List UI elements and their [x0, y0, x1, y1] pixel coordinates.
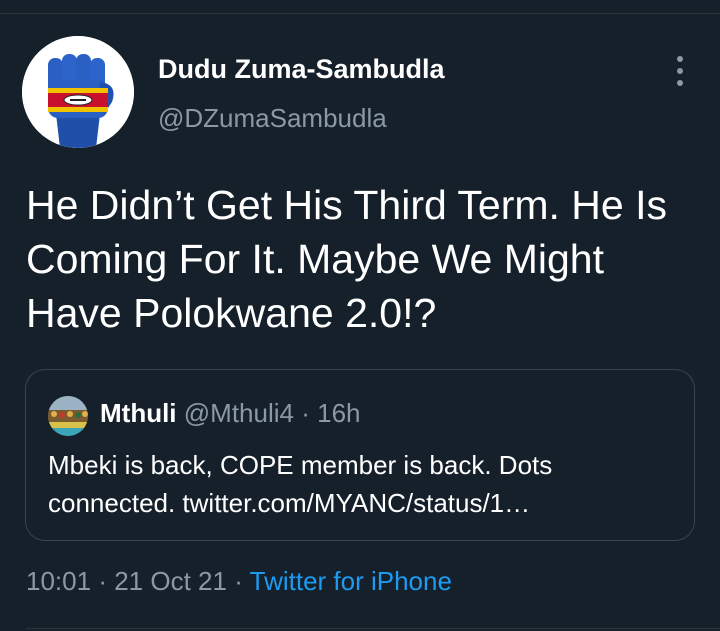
tweet-footer: 10:01 · 21 Oct 21 · Twitter for iPhone	[26, 566, 452, 597]
tweet-date[interactable]: 21 Oct 21	[114, 566, 227, 596]
tweet-text: He Didn’t Get His Third Term. He Is Comi…	[26, 182, 668, 336]
footer-separator: ·	[234, 566, 243, 596]
quoted-author-handle[interactable]: @Mthuli4	[184, 398, 294, 428]
tweet-source-link[interactable]: Twitter for iPhone	[250, 566, 452, 596]
author-display-name[interactable]: Dudu Zuma-Sambudla	[158, 54, 445, 85]
dot	[677, 68, 683, 74]
quoted-tweet-card[interactable]: Mthuli @Mthuli4 · 16h Mbeki is back, COP…	[25, 369, 695, 541]
dot	[677, 80, 683, 86]
bottom-divider	[26, 628, 720, 629]
quoted-author-avatar[interactable]	[48, 396, 88, 436]
dot	[677, 56, 683, 62]
quoted-time-ago[interactable]: 16h	[317, 398, 360, 428]
quoted-author-name[interactable]: Mthuli	[100, 398, 177, 428]
tweet-time[interactable]: 10:01	[26, 566, 91, 596]
raised-fist-flag-icon	[22, 36, 134, 148]
author-handle[interactable]: @DZumaSambudla	[158, 103, 387, 134]
vertical-ellipsis-icon[interactable]	[668, 56, 692, 86]
quoted-tweet-header: Mthuli @Mthuli4 · 16h	[100, 398, 361, 429]
top-divider	[0, 0, 720, 14]
crowd-photo-icon	[48, 396, 88, 436]
author-avatar[interactable]	[22, 36, 134, 148]
footer-separator: ·	[98, 566, 107, 596]
quoted-separator: ·	[301, 398, 310, 428]
quoted-tweet-text: Mbeki is back, COPE member is back. Dots…	[48, 450, 553, 518]
